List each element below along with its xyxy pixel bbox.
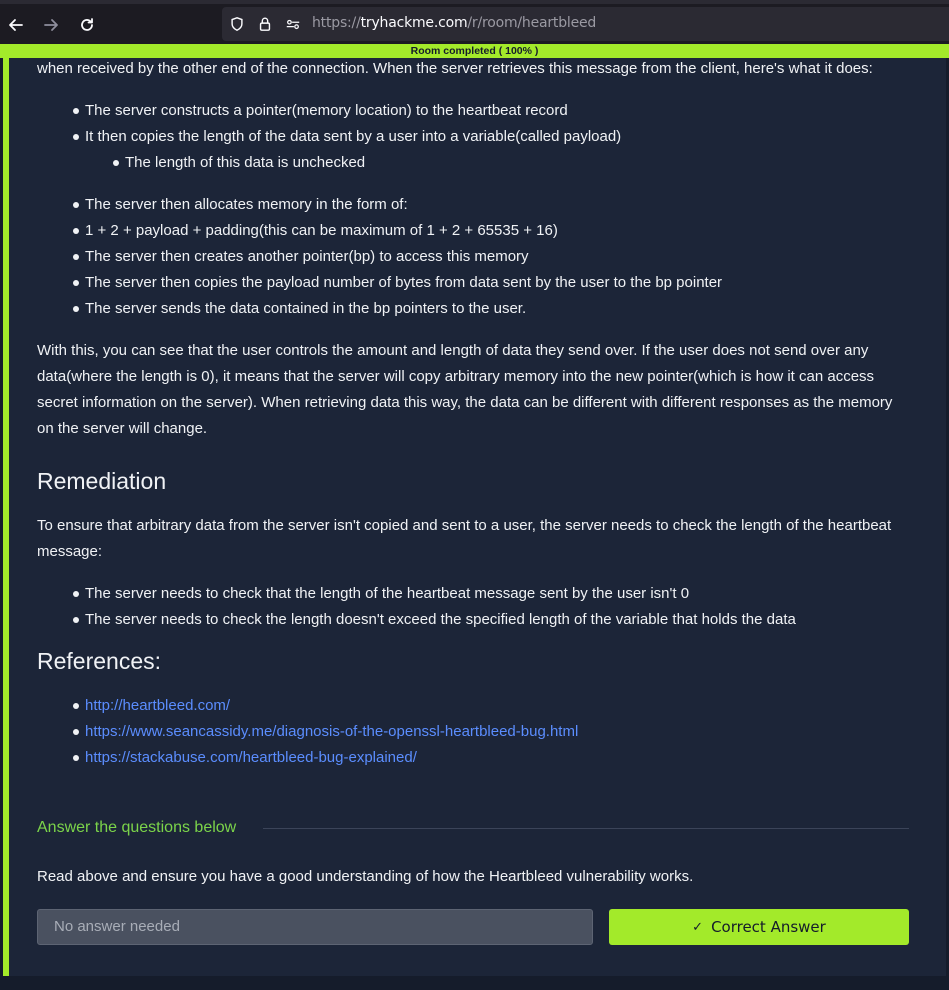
url-prefix: https://: [312, 15, 361, 31]
url-path: /r/room/heartbleed: [467, 15, 597, 31]
bullet-dot: [73, 280, 79, 286]
reference-link[interactable]: https://stackabuse.com/heartbleed-bug-ex…: [85, 749, 417, 766]
explanation-line: data(where the length is 0), it means th…: [37, 368, 875, 385]
step-item: The server then copies the payload numbe…: [85, 274, 723, 291]
correct-answer-label: Correct Answer: [711, 918, 826, 936]
bullet-dot: [73, 108, 79, 114]
reference-link[interactable]: https://www.seancassidy.me/diagnosis-of-…: [85, 723, 578, 740]
references-heading: References:: [37, 648, 162, 674]
reference-link[interactable]: http://heartbleed.com/: [85, 697, 230, 714]
divider: [263, 828, 909, 829]
explanation-line: secret information on the server). When …: [37, 394, 893, 411]
bullet-dot: [73, 591, 79, 597]
explanation-line: on the server will change.: [37, 420, 208, 437]
answer-input[interactable]: No answer needed: [37, 909, 593, 945]
arrow-left-icon: [9, 19, 23, 31]
url-text[interactable]: https://tryhackme.com/r/room/heartbleed: [312, 15, 596, 31]
check-icon: ✓: [692, 919, 704, 935]
step-item: It then copies the length of the data se…: [85, 128, 622, 145]
explanation-line: With this, you can see that the user con…: [37, 342, 869, 359]
progress-label: Room completed ( 100% ): [410, 45, 539, 57]
bullet-dot: [73, 755, 79, 761]
question-text: Read above and ensure you have a good un…: [37, 868, 694, 885]
page-bottom: [0, 976, 949, 990]
room-progress-bar: Room completed ( 100% ): [0, 44, 949, 58]
reload-button[interactable]: [73, 11, 101, 39]
step-item: The server constructs a pointer(memory l…: [85, 102, 568, 119]
back-button[interactable]: [2, 11, 30, 39]
arrow-right-icon: [44, 19, 58, 31]
task-panel: when received by the other end of the co…: [3, 58, 946, 976]
bullet-dot: [73, 703, 79, 709]
intro-text: when received by the other end of the co…: [37, 60, 873, 77]
bullet-dot: [73, 729, 79, 735]
lock-icon[interactable]: [256, 15, 274, 33]
reload-icon: [81, 18, 93, 31]
shield-icon[interactable]: [228, 15, 246, 33]
bullet-dot: [73, 202, 79, 208]
remediation-line: To ensure that arbitrary data from the s…: [37, 517, 892, 534]
forward-button[interactable]: [37, 11, 65, 39]
remediation-line: message:: [37, 543, 103, 560]
bullet-dot: [73, 306, 79, 312]
answer-questions-heading: Answer the questions below: [37, 819, 237, 836]
remediation-item: The server needs to check the length doe…: [85, 611, 796, 628]
bullet-dot: [113, 160, 119, 166]
step-item: 1 + 2 + payload + padding(this can be ma…: [85, 222, 558, 239]
correct-answer-button[interactable]: ✓ Correct Answer: [609, 909, 909, 945]
step-item: The server then allocates memory in the …: [85, 196, 408, 213]
bullet-dot: [73, 254, 79, 260]
bullet-dot: [73, 134, 79, 140]
permissions-icon[interactable]: [284, 15, 302, 33]
bullet-dot: [73, 228, 79, 234]
url-domain: tryhackme.com: [360, 15, 468, 31]
step-item: The server sends the data contained in t…: [85, 300, 527, 317]
step-item: The server then creates another pointer(…: [85, 248, 529, 265]
remediation-item: The server needs to check that the lengt…: [85, 585, 690, 602]
bullet-dot: [73, 617, 79, 623]
browser-toolbar: https://tryhackme.com/r/room/heartbleed: [0, 0, 949, 44]
remediation-heading: Remediation: [37, 468, 167, 494]
substep-item: The length of this data is unchecked: [125, 154, 366, 171]
url-bar[interactable]: https://tryhackme.com/r/room/heartbleed: [222, 7, 949, 41]
